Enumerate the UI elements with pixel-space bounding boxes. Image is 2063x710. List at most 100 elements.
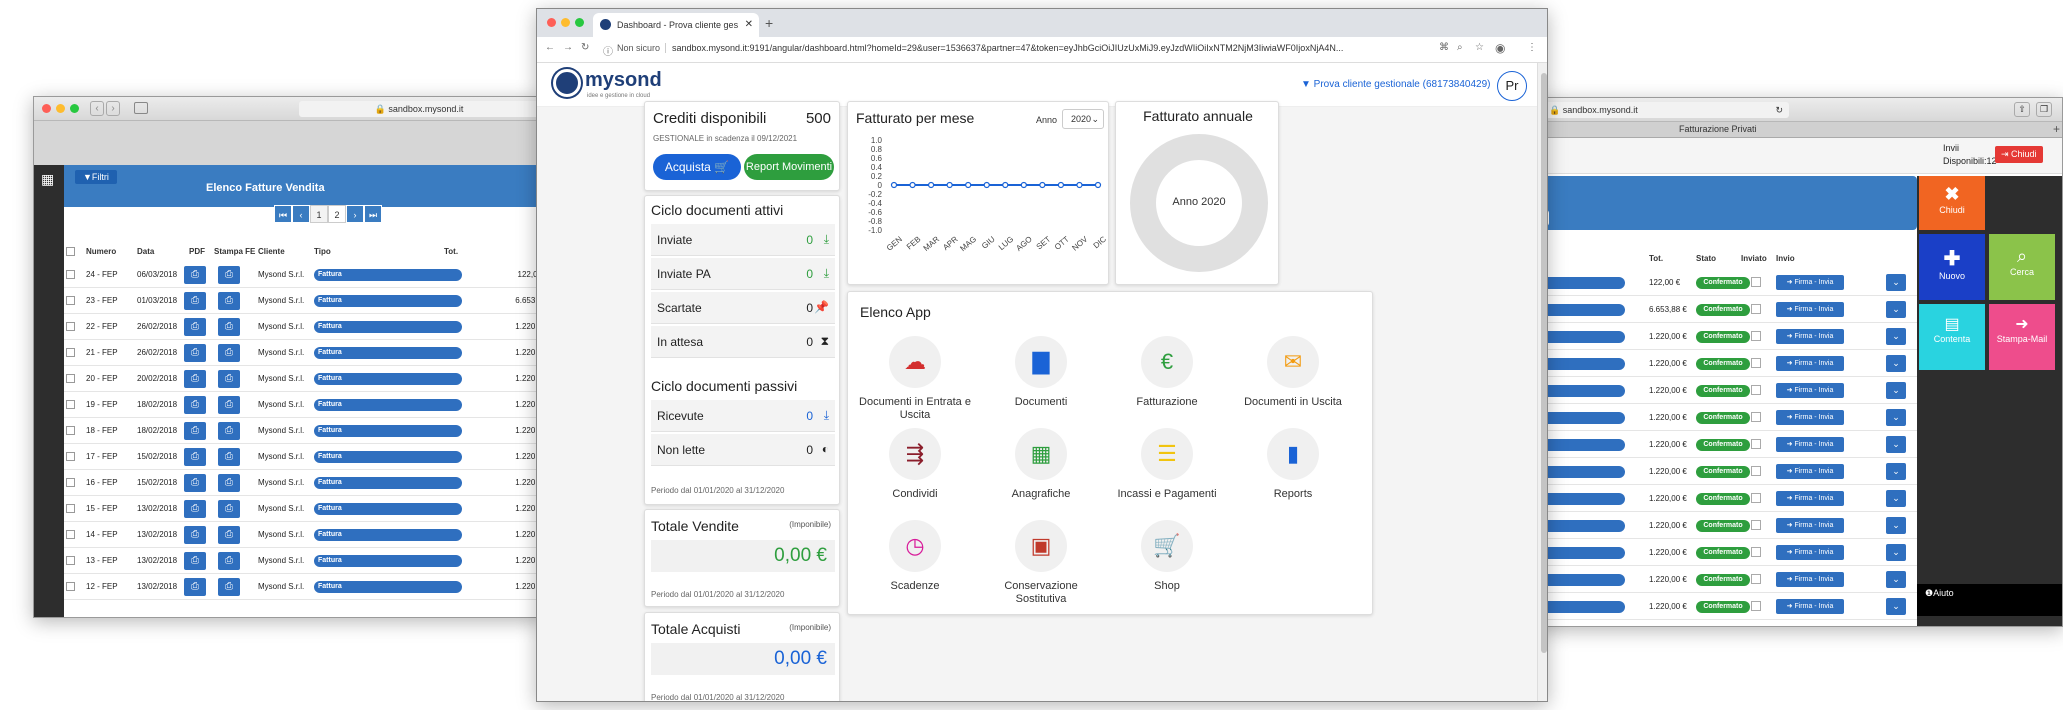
row-checkbox[interactable] <box>66 322 75 331</box>
data-point[interactable] <box>909 181 916 189</box>
stampa-fe-button[interactable]: ⎙ <box>218 396 240 414</box>
last-page-button[interactable]: ⏭ <box>364 205 382 223</box>
address-bar[interactable]: 🔒 sandbox.mysond.it <box>299 101 539 117</box>
sign-send-button[interactable]: ➜ Firma - Invia <box>1776 410 1844 425</box>
data-point[interactable] <box>890 181 898 189</box>
data-point[interactable] <box>927 181 935 189</box>
app-tile[interactable]: ◷ Scadenze <box>852 520 978 610</box>
table-row[interactable]: 1.220,00 € Confermato ➜ Firma - Invia ⌄ <box>1539 485 1917 512</box>
sign-send-button[interactable]: ➜ Firma - Invia <box>1776 437 1844 452</box>
table-row[interactable]: 1.220,00 € Confermato ➜ Firma - Invia ⌄ <box>1539 539 1917 566</box>
active-row[interactable]: In attesa 0 ⧗ <box>651 326 835 358</box>
back-icon[interactable]: ‹ <box>90 101 104 116</box>
app-tile[interactable]: ☁ Documenti in Entrata e Uscita <box>852 336 978 426</box>
table-row[interactable]: 1.220,00 € Confermato ➜ Firma - Invia ⌄ <box>1539 593 1917 620</box>
table-row[interactable]: 14 - FEP 13/02/2018 ⎙ ⎙ Mysond S.r.l. Fattura… <box>64 522 542 548</box>
row-checkbox[interactable] <box>66 478 75 487</box>
inviato-checkbox[interactable] <box>1751 385 1761 395</box>
sign-send-button[interactable]: ➜ Firma - Invia <box>1776 383 1844 398</box>
send-dropdown-button[interactable]: ⌄ <box>1886 274 1906 291</box>
table-row[interactable]: 21 - FEP 26/02/2018 ⎙ ⎙ Mysond S.r.l. Fattura… <box>64 340 542 366</box>
pdf-print-button[interactable]: ⎙ <box>184 344 206 362</box>
app-tile[interactable]: ▮ Reports <box>1230 428 1356 518</box>
right-address-bar[interactable]: 🔒 sandbox.mysond.it ↻ <box>1539 102 1789 118</box>
send-dropdown-button[interactable]: ⌄ <box>1886 571 1906 588</box>
grid-menu-icon[interactable]: ▦ <box>41 171 54 188</box>
sign-send-button[interactable]: ➜ Firma - Invia <box>1776 491 1844 506</box>
pdf-print-button[interactable]: ⎙ <box>184 448 206 466</box>
data-point[interactable] <box>965 181 972 189</box>
app-tile[interactable]: ▣ Conservazione Sostitutiva <box>978 520 1104 610</box>
inviato-checkbox[interactable] <box>1751 412 1761 422</box>
col-invio[interactable]: Invio <box>1776 254 1795 263</box>
pdf-print-button[interactable]: ⎙ <box>184 318 206 336</box>
app-tile[interactable]: € Fatturazione <box>1104 336 1230 426</box>
inviato-checkbox[interactable] <box>1751 520 1761 530</box>
app-tile[interactable]: 🛒 Shop <box>1104 520 1230 610</box>
pdf-print-button[interactable]: ⎙ <box>184 370 206 388</box>
row-checkbox[interactable] <box>66 270 75 279</box>
table-row[interactable]: 1.220,00 € Confermato ➜ Firma - Invia ⌄ <box>1539 566 1917 593</box>
table-row[interactable]: 1.220,00 € Confermato ➜ Firma - Invia ⌄ <box>1539 512 1917 539</box>
stampa-fe-button[interactable]: ⎙ <box>218 266 240 284</box>
sign-send-button[interactable]: ➜ Firma - Invia <box>1776 275 1844 290</box>
main-browser-tab[interactable]: Dashboard - Prova cliente ges ✕ <box>593 13 759 37</box>
report-button[interactable]: Report Movimenti <box>744 154 834 180</box>
stampa-fe-button[interactable]: ⎙ <box>218 448 240 466</box>
col-stato[interactable]: Stato <box>1696 254 1716 263</box>
table-row[interactable]: 18 - FEP 18/02/2018 ⎙ ⎙ Mysond S.r.l. Fattura… <box>64 418 542 444</box>
row-checkbox[interactable] <box>66 348 75 357</box>
buy-button[interactable]: Acquista 🛒 <box>653 154 741 180</box>
row-checkbox[interactable] <box>66 452 75 461</box>
table-row[interactable]: 1.220,00 € Confermato ➜ Firma - Invia ⌄ <box>1539 350 1917 377</box>
table-row[interactable]: 16 - FEP 15/02/2018 ⎙ ⎙ Mysond S.r.l. Fattura… <box>64 470 542 496</box>
pdf-print-button[interactable]: ⎙ <box>184 552 206 570</box>
first-page-button[interactable]: ⏮ <box>274 205 292 223</box>
right-tab-title[interactable]: Fatturazione Privati <box>1679 124 1757 134</box>
maximize-dot[interactable] <box>70 104 79 113</box>
tabs-window-icon[interactable]: ❐ <box>2036 102 2052 117</box>
pdf-print-button[interactable]: ⎙ <box>184 292 206 310</box>
stampa-fe-button[interactable]: ⎙ <box>218 422 240 440</box>
stampa-fe-button[interactable]: ⎙ <box>218 500 240 518</box>
main-minimize-dot[interactable] <box>561 18 570 27</box>
table-row[interactable]: 20 - FEP 20/02/2018 ⎙ ⎙ Mysond S.r.l. Fattura… <box>64 366 542 392</box>
send-dropdown-button[interactable]: ⌄ <box>1886 490 1906 507</box>
main-close-dot[interactable] <box>547 18 556 27</box>
send-dropdown-button[interactable]: ⌄ <box>1886 517 1906 534</box>
sign-send-button[interactable]: ➜ Firma - Invia <box>1776 599 1844 614</box>
stampa-fe-button[interactable]: ⎙ <box>218 344 240 362</box>
active-row[interactable]: Inviate PA 0 ⤓ <box>651 258 835 290</box>
sign-send-button[interactable]: ➜ Firma - Invia <box>1776 356 1844 371</box>
active-row[interactable]: Scartate 0 📌 <box>651 292 835 324</box>
row-checkbox[interactable] <box>66 504 75 513</box>
tile-chiudi[interactable]: ✖ Chiudi <box>1919 176 1985 230</box>
table-row[interactable]: 17 - FEP 15/02/2018 ⎙ ⎙ Mysond S.r.l. Fattura… <box>64 444 542 470</box>
app-tile[interactable]: ✉ Documenti in Uscita <box>1230 336 1356 426</box>
back-arrow-icon[interactable]: ← <box>545 42 555 53</box>
col-numero[interactable]: Numero <box>86 247 116 256</box>
scrollbar-thumb[interactable] <box>1541 73 1547 653</box>
pdf-print-button[interactable]: ⎙ <box>184 422 206 440</box>
app-tile[interactable]: ☰ Incassi e Pagamenti <box>1104 428 1230 518</box>
row-checkbox[interactable] <box>66 556 75 565</box>
send-dropdown-button[interactable]: ⌄ <box>1886 598 1906 615</box>
reload-icon[interactable]: ↻ <box>1775 102 1783 118</box>
sign-send-button[interactable]: ➜ Firma - Invia <box>1776 329 1844 344</box>
select-all-checkbox[interactable] <box>66 247 75 256</box>
next-page-button[interactable]: › <box>346 205 364 223</box>
zoom-icon[interactable]: ⌕ <box>1457 42 1463 53</box>
reload-button-icon[interactable]: ↻ <box>581 42 589 53</box>
app-tile[interactable]: ▇ Documenti <box>978 336 1104 426</box>
inviato-checkbox[interactable] <box>1751 358 1761 368</box>
new-tab-button[interactable]: + <box>765 15 773 31</box>
pdf-print-button[interactable]: ⎙ <box>184 396 206 414</box>
send-dropdown-button[interactable]: ⌄ <box>1886 301 1906 318</box>
col-tot[interactable]: Tot. <box>444 247 458 256</box>
pdf-print-button[interactable]: ⎙ <box>184 526 206 544</box>
data-point[interactable] <box>1094 181 1102 189</box>
page-2-button[interactable]: 2 <box>328 205 346 223</box>
col-data[interactable]: Data <box>137 247 154 256</box>
passive-row[interactable]: Non lette 0 ◐ <box>651 434 835 466</box>
tab-close-icon[interactable]: ✕ <box>745 13 753 37</box>
